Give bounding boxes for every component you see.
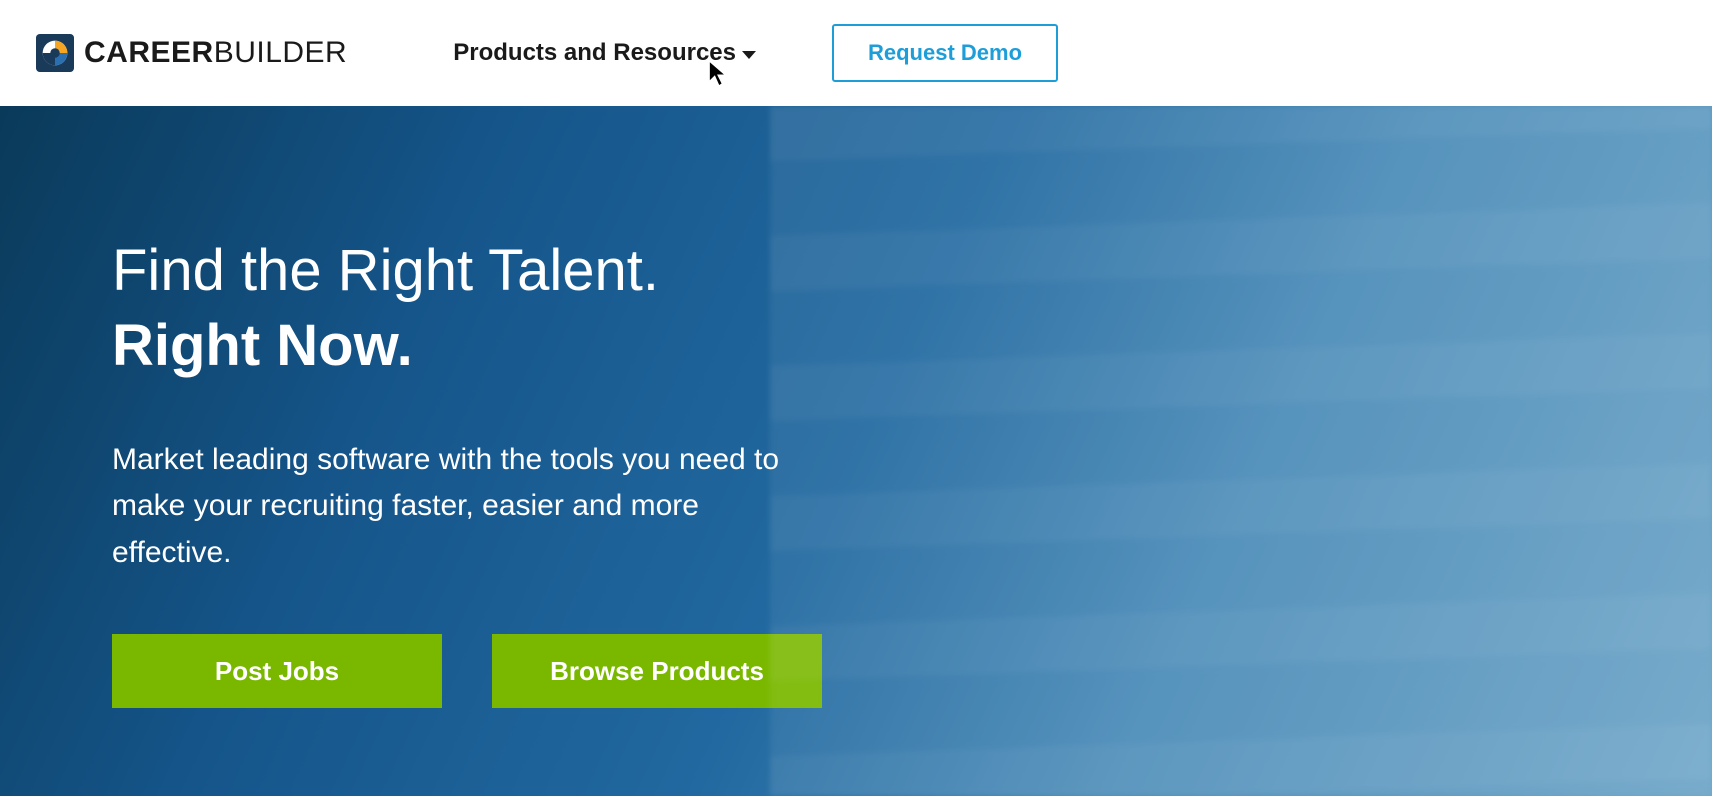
site-header: CAREERBUILDER Products and Resources Req… — [0, 0, 1712, 106]
primary-nav: Products and Resources Request Demo — [453, 24, 1058, 82]
hero-headline-top: Find the Right Talent. — [112, 236, 1712, 306]
hero-subhead: Market leading software with the tools y… — [112, 437, 812, 577]
logo-icon — [36, 34, 74, 72]
browse-products-button[interactable]: Browse Products — [492, 634, 822, 708]
request-demo-button[interactable]: Request Demo — [832, 24, 1058, 82]
logo-text: CAREERBUILDER — [84, 36, 347, 70]
post-jobs-button[interactable]: Post Jobs — [112, 634, 442, 708]
nav-products-label: Products and Resources — [453, 39, 736, 67]
hero-section: Find the Right Talent. Right Now. Market… — [0, 106, 1712, 796]
hero-cta-row: Post Jobs Browse Products — [112, 634, 1712, 708]
caret-down-icon — [742, 51, 756, 59]
nav-products-resources[interactable]: Products and Resources — [453, 39, 756, 67]
hero-headline-bottom: Right Now. — [112, 312, 1712, 379]
logo[interactable]: CAREERBUILDER — [36, 34, 347, 72]
